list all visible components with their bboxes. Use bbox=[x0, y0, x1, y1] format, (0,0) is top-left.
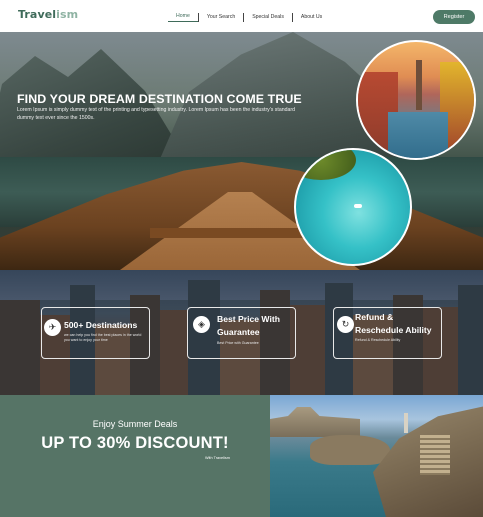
promo-title: UP TO 30% DISCOUNT! bbox=[41, 434, 229, 452]
nav-link-about-us[interactable]: About Us bbox=[293, 13, 330, 21]
paper-plane-icon: ✈ bbox=[44, 319, 61, 336]
feature-title-line2: Guarantee bbox=[217, 327, 260, 337]
feature-title-line1: Best Price With bbox=[217, 314, 280, 324]
nav-link-your-search[interactable]: Your Search bbox=[199, 13, 243, 21]
feature-title-line1: Refund & bbox=[355, 312, 394, 322]
main-menu: Home Your Search Special Deals About Us bbox=[168, 12, 330, 22]
top-navbar: Travelism Home Your Search Special Deals… bbox=[0, 0, 483, 32]
hero-title: FIND YOUR DREAM DESTINATION COME TRUE bbox=[17, 92, 302, 106]
hero-description: Lorem Ipsum is simply dummy text of the … bbox=[17, 107, 295, 121]
promo-note: With Travelism bbox=[205, 456, 230, 460]
destination-image-venice bbox=[356, 40, 476, 160]
feature-card-destinations[interactable]: ✈ 500+ Destinations we can help you find… bbox=[41, 307, 150, 359]
destination-image-lagoon bbox=[294, 148, 412, 266]
feature-subtitle: Refund & Reschedule Ability bbox=[355, 338, 401, 342]
features-section: ✈ 500+ Destinations we can help you find… bbox=[0, 270, 483, 395]
register-button[interactable]: Register bbox=[433, 10, 475, 24]
feature-card-best-price[interactable]: ◈ Best Price With Guarantee Best Price w… bbox=[187, 307, 296, 359]
brand-logo[interactable]: Travelism bbox=[18, 8, 78, 21]
promo-image-coastline bbox=[270, 395, 483, 517]
nav-link-home[interactable]: Home bbox=[168, 12, 198, 22]
logo-text-primary: Travel bbox=[18, 8, 57, 21]
promo-subtitle: Enjoy Summer Deals bbox=[92, 419, 178, 429]
hero-section: FIND YOUR DREAM DESTINATION COME TRUE Lo… bbox=[0, 32, 483, 270]
promo-banner[interactable]: Enjoy Summer Deals UP TO 30% DISCOUNT! W… bbox=[0, 395, 270, 517]
feature-subtitle: we can help you find the best places in … bbox=[64, 333, 142, 342]
calendar-refresh-icon: ↻ bbox=[337, 316, 354, 333]
feature-subtitle: Best Price with Guarantee bbox=[217, 341, 259, 345]
feature-title: 500+ Destinations bbox=[64, 320, 138, 330]
feature-title-line2: Reschedule Ability bbox=[355, 325, 432, 335]
feature-card-refund[interactable]: ↻ Refund & Reschedule Ability Refund & R… bbox=[333, 307, 442, 359]
logo-text-secondary: ism bbox=[56, 8, 79, 21]
price-tag-icon: ◈ bbox=[193, 316, 210, 333]
nav-link-special-deals[interactable]: Special Deals bbox=[244, 13, 292, 21]
